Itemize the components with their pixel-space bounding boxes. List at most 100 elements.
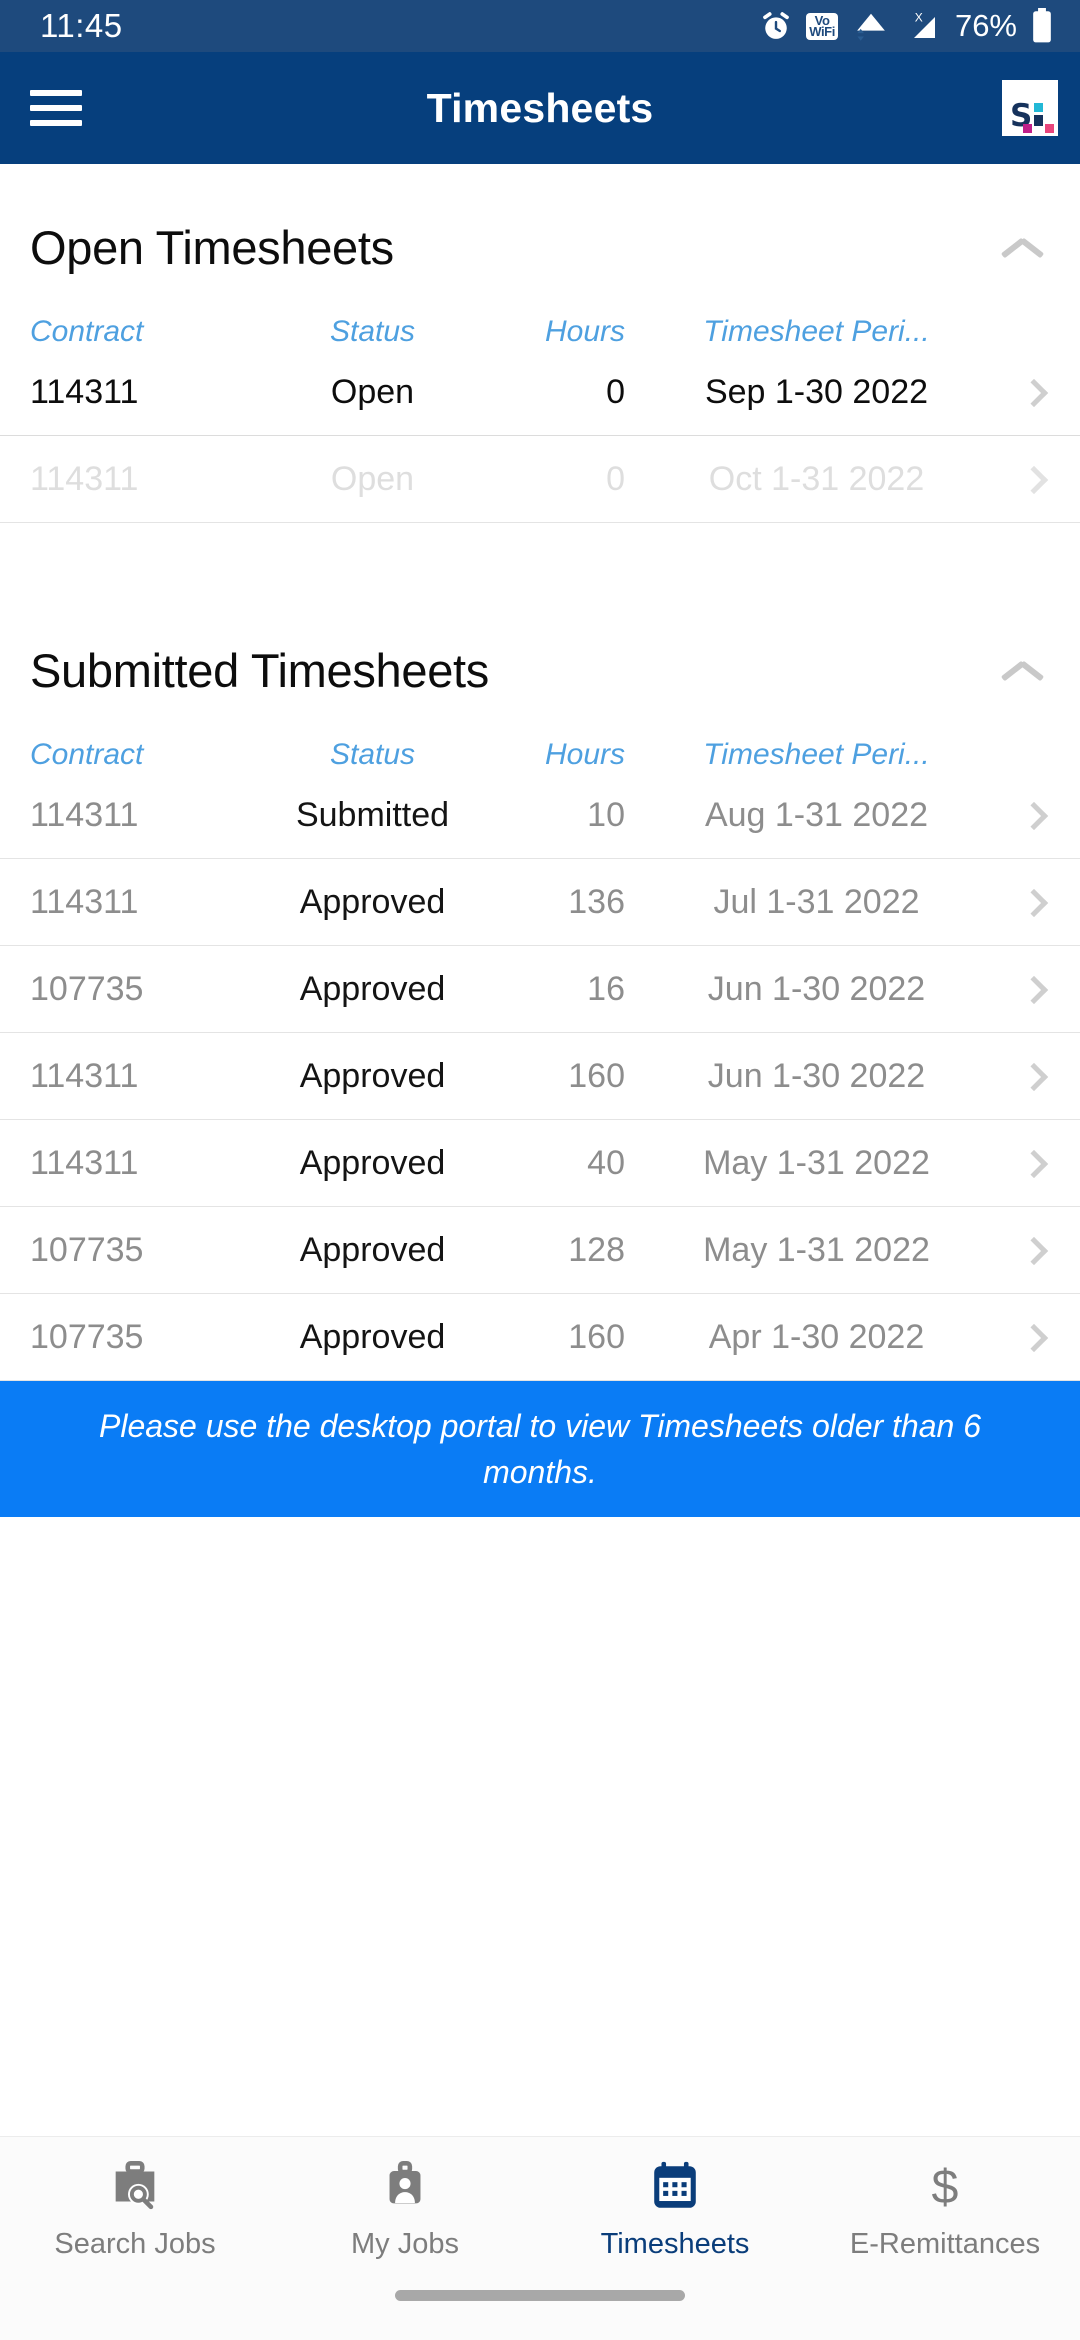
column-header-period[interactable]: Timesheet Peri... <box>625 738 990 772</box>
cell-status: Approved <box>299 1143 446 1182</box>
nav-item-search-jobs[interactable]: Search Jobs <box>0 2137 270 2282</box>
nav-label-search-jobs: Search Jobs <box>54 2228 216 2260</box>
cell-hours: 0 <box>606 372 625 411</box>
cell-status: Open <box>330 372 415 411</box>
cell-hours: 160 <box>568 1317 625 1356</box>
cell-contract: 114311 <box>30 882 139 921</box>
open-section-title: Open Timesheets <box>30 221 394 274</box>
column-header-status[interactable]: Status <box>265 315 480 349</box>
dollar-sign-icon: $ <box>915 2158 975 2216</box>
row-chevron-right-icon[interactable] <box>990 1144 1050 1182</box>
wifi-icon <box>851 9 891 43</box>
cell-period: Aug 1-31 2022 <box>704 795 929 834</box>
nav-label-timesheets: Timesheets <box>600 2228 750 2260</box>
status-bar: 11:45 Vo WiFi X 76% <box>0 0 1080 52</box>
cell-contract: 107735 <box>30 1317 144 1356</box>
cell-status: Approved <box>299 1056 446 1095</box>
nav-item-timesheets[interactable]: Timesheets <box>540 2137 810 2282</box>
row-chevron-right-icon[interactable] <box>990 1231 1050 1269</box>
cell-period: Jul 1-31 2022 <box>713 882 920 921</box>
table-row[interactable]: 107735 Approved 160 Apr 1-30 2022 <box>0 1294 1080 1381</box>
cellular-no-sim-icon: X <box>904 8 942 44</box>
submitted-section-title: Submitted Timesheets <box>30 644 489 697</box>
row-chevron-right-icon[interactable] <box>990 883 1050 921</box>
logo-square-magenta <box>1023 124 1032 133</box>
section-spacer <box>0 523 1080 587</box>
cell-contract: 114311 <box>30 459 139 498</box>
cell-status: Open <box>330 459 415 498</box>
column-header-hours[interactable]: Hours <box>480 738 625 772</box>
cell-status: Approved <box>299 969 446 1008</box>
table-row[interactable]: 114311 Open 0 Oct 1-31 2022 <box>0 436 1080 523</box>
cell-period: Oct 1-31 2022 <box>708 459 925 498</box>
status-icon-group: Vo WiFi X 76% <box>759 8 1054 44</box>
row-chevron-right-icon[interactable] <box>990 1318 1050 1356</box>
section-header-submitted[interactable]: Submitted Timesheets <box>0 587 1080 698</box>
row-chevron-right-icon[interactable] <box>990 1057 1050 1095</box>
briefcase-search-icon <box>105 2158 165 2216</box>
cell-status: Approved <box>299 1230 446 1269</box>
cell-hours: 136 <box>568 882 625 921</box>
table-row[interactable]: 114311 Approved 136 Jul 1-31 2022 <box>0 859 1080 946</box>
vowifi-bottom-label: WiFi <box>809 24 835 39</box>
cell-contract: 114311 <box>30 1056 139 1095</box>
column-header-hours[interactable]: Hours <box>480 315 625 349</box>
row-chevron-right-icon[interactable] <box>990 460 1050 498</box>
column-header-period[interactable]: Timesheet Peri... <box>625 315 990 349</box>
cell-period: Apr 1-30 2022 <box>708 1317 925 1356</box>
app-bar: Timesheets S. <box>0 52 1080 164</box>
table-row[interactable]: 114311 Open 0 Sep 1-30 2022 <box>0 349 1080 436</box>
nav-label-e-remittances: E-Remittances <box>849 2228 1041 2260</box>
cell-status: Approved <box>299 1317 446 1356</box>
cell-period: Sep 1-30 2022 <box>704 372 929 411</box>
cell-hours: 160 <box>568 1056 625 1095</box>
table-row[interactable]: 114311 Submitted 10 Aug 1-31 2022 <box>0 772 1080 859</box>
svg-text:$: $ <box>932 2160 959 2214</box>
cell-contract: 114311 <box>30 1143 139 1182</box>
cell-status: Approved <box>299 882 446 921</box>
column-header-contract[interactable]: Contract <box>30 315 265 349</box>
row-chevron-right-icon[interactable] <box>990 970 1050 1008</box>
alarm-clock-icon <box>759 9 793 43</box>
cell-contract: 114311 <box>30 795 139 834</box>
table-row[interactable]: 114311 Approved 160 Jun 1-30 2022 <box>0 1033 1080 1120</box>
cell-hours: 16 <box>587 969 625 1008</box>
cell-contract: 107735 <box>30 1230 144 1269</box>
app-logo: S. <box>1002 80 1058 136</box>
cell-hours: 128 <box>568 1230 625 1269</box>
row-chevron-right-icon[interactable] <box>990 796 1050 834</box>
cell-hours: 0 <box>606 459 625 498</box>
logo-square-cyan <box>1034 103 1043 112</box>
id-badge-icon <box>375 2158 435 2216</box>
column-header-contract[interactable]: Contract <box>30 738 265 772</box>
status-clock: 11:45 <box>40 7 123 44</box>
hamburger-menu-icon[interactable] <box>30 90 82 126</box>
cell-period: Jun 1-30 2022 <box>707 969 926 1008</box>
bottom-navigation-bar: Search Jobs My Jobs Timesheets $ E-Remit… <box>0 2136 1080 2340</box>
svg-text:X: X <box>915 11 923 25</box>
desktop-portal-notice: Please use the desktop portal to view Ti… <box>0 1381 1080 1517</box>
nav-item-e-remittances[interactable]: $ E-Remittances <box>810 2137 1080 2282</box>
battery-percent-label: 76% <box>954 8 1017 43</box>
page-title: Timesheets <box>426 84 654 131</box>
home-gesture-bar[interactable] <box>395 2290 685 2301</box>
nav-item-my-jobs[interactable]: My Jobs <box>270 2137 540 2282</box>
calendar-icon <box>645 2158 705 2216</box>
chevron-up-icon[interactable] <box>1000 233 1046 263</box>
column-header-status[interactable]: Status <box>265 738 480 772</box>
cell-hours: 40 <box>587 1143 625 1182</box>
table-row[interactable]: 114311 Approved 40 May 1-31 2022 <box>0 1120 1080 1207</box>
open-table-header: Contract Status Hours Timesheet Peri... <box>0 275 1080 349</box>
cell-contract: 107735 <box>30 969 144 1008</box>
table-row[interactable]: 107735 Approved 16 Jun 1-30 2022 <box>0 946 1080 1033</box>
volte-wifi-icon: Vo WiFi <box>806 12 838 40</box>
cell-hours: 10 <box>587 795 625 834</box>
chevron-up-icon[interactable] <box>1000 656 1046 686</box>
table-row[interactable]: 107735 Approved 128 May 1-31 2022 <box>0 1207 1080 1294</box>
submitted-table-header: Contract Status Hours Timesheet Peri... <box>0 698 1080 772</box>
battery-icon <box>1030 8 1054 44</box>
logo-square-navy <box>1034 115 1043 126</box>
row-chevron-right-icon[interactable] <box>990 373 1050 411</box>
section-header-open[interactable]: Open Timesheets <box>0 164 1080 275</box>
cell-contract: 114311 <box>30 372 139 411</box>
